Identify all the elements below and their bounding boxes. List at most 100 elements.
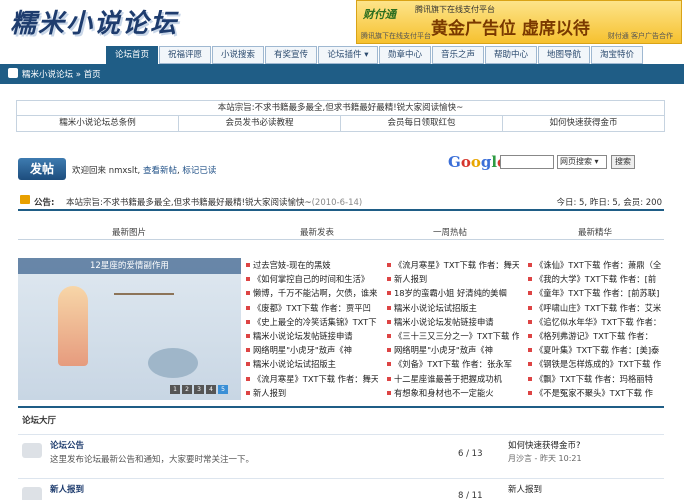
section-heads: 最新图片 最新发表 一周热帖 最新精华 [18, 224, 664, 240]
elite-list: 《诛仙》TXT下载 作者：萧鼎（全 《我的大学》TXT下载 作者：[前 《童年》… [526, 258, 664, 400]
list-item[interactable]: 《夏叶集》TXT下载 作者：[美]泰 [526, 343, 664, 357]
welcome-prefix: 欢迎回来 [72, 166, 107, 176]
list-item[interactable]: 新人报到 [244, 386, 378, 400]
slide-page[interactable]: 3 [194, 385, 204, 394]
notice-link[interactable]: 会员发书必读教程 [179, 116, 341, 131]
list-item[interactable]: 《史上最全的冷笑话集锦》TXT下 [244, 315, 378, 329]
welcome-text: 欢迎回来 nmxslt, 查看新帖, 标记已读 [72, 166, 217, 176]
slide-page[interactable]: 2 [182, 385, 192, 394]
forum-name[interactable]: 新人报到 [50, 483, 84, 495]
nav-medals[interactable]: 勋章中心 [379, 46, 431, 64]
slide-page[interactable]: 4 [206, 385, 216, 394]
list-item[interactable]: 《流月寒星》TXT下载 作者：舞天 [385, 258, 519, 272]
slide-pager: 1 2 3 4 5 [170, 385, 228, 394]
nav-novel-search[interactable]: 小说搜索 [212, 46, 264, 64]
search-input[interactable] [500, 155, 554, 169]
slide-page[interactable]: 1 [170, 385, 180, 394]
username[interactable]: nmxslt, [109, 166, 141, 176]
nav-music[interactable]: 音乐之声 [432, 46, 484, 64]
head-weekly-hot: 一周热帖 [433, 228, 468, 238]
main-nav: 论坛首页 祝福评愿 小说搜索 有奖宣传 论坛插件 ▾ 勋章中心 音乐之声 帮助中… [106, 46, 643, 64]
forum-chat-icon [22, 487, 42, 500]
nav-plugins[interactable]: 论坛插件 ▾ [318, 46, 378, 64]
list-item[interactable]: 《钢铁是怎样炼成的》TXT下载 作 [526, 357, 664, 371]
view-new-posts-link[interactable]: 查看新帖 [143, 166, 177, 176]
last-post-title[interactable]: 如何快速获得金币? [508, 439, 581, 451]
new-post-button[interactable]: 发帖 [18, 158, 66, 180]
announcement-label: 公告: [34, 198, 55, 208]
breadcrumb[interactable]: 糯米小说论坛 » 首页 [22, 68, 101, 80]
ad-footer: 财付通 客户广告合作 [607, 32, 673, 40]
list-item[interactable]: 《呼啸山庄》TXT下载 作者：艾米 [526, 301, 664, 315]
list-item[interactable]: 十二星座谁最善于把握成功机 [385, 372, 519, 386]
list-item[interactable]: 《格列弗游记》TXT下载 作者： [526, 329, 664, 343]
list-item[interactable]: 《童年》TXT下载 作者：[前苏联] [526, 286, 664, 300]
slide-page[interactable]: 5 [218, 385, 228, 394]
list-item[interactable]: 网络明星"小虎牙"敖声《神 [244, 343, 378, 357]
list-item[interactable]: 新人报到 [385, 272, 519, 286]
list-item[interactable]: 《诛仙》TXT下载 作者：萧鼎（全 [526, 258, 664, 272]
nav-blessing[interactable]: 祝福评愿 [159, 46, 211, 64]
speaker-icon [20, 195, 30, 204]
notice-link[interactable]: 会员每日领取红包 [341, 116, 503, 131]
home-icon[interactable] [8, 68, 18, 78]
forum-row: 论坛公告 这里发布论坛最新公告和通知，大家要时常关注一下。 6 / 13 如何快… [18, 434, 664, 474]
list-item[interactable]: 网络明星"小虎牙"敖声《神 [385, 343, 519, 357]
slide-swing [114, 293, 174, 295]
notice-link[interactable]: 糯米小说论坛总条例 [17, 116, 179, 131]
announcement-bar: 公告: 本站宗旨:不求书籍最多最全,但求书籍最好最精!锐大家阅读愉快~(2010… [18, 193, 664, 211]
head-latest-images: 最新图片 [112, 228, 147, 238]
slide-illustration [58, 286, 88, 366]
list-item[interactable]: 有想象和身材也不一定能火 [385, 386, 519, 400]
announcement-text[interactable]: 本站宗旨:不求书籍最多最全,但求书籍最好最精!锐大家阅读愉快~(2010-6-1… [66, 196, 362, 208]
forum-stats: 今日: 5, 昨日: 5, 会员: 200 [556, 198, 662, 208]
nav-map[interactable]: 地图导航 [538, 46, 590, 64]
ad-brand-sub: 腾讯旗下在线支付平台 [361, 32, 431, 40]
list-item[interactable]: 《刘备》TXT下载 作者：张永军 [385, 357, 519, 371]
image-slideshow[interactable]: 12星座的爱情副作用 1 2 3 4 5 [18, 258, 241, 400]
announcement-date: (2010-6-14) [311, 198, 363, 208]
slide-caption[interactable]: 12星座的爱情副作用 [18, 258, 241, 274]
list-item[interactable]: 糯米小说论坛试招版主 [244, 357, 378, 371]
forum-chat-icon [22, 443, 42, 458]
site-purpose: 本站宗旨:不求书籍最多最全,但求书籍最好最精!锐大家阅读愉快~ [17, 101, 664, 116]
mark-read-link[interactable]: 标记已读 [182, 166, 216, 176]
nav-promo[interactable]: 有奖宣传 [265, 46, 317, 64]
nav-home[interactable]: 论坛首页 [106, 46, 158, 64]
list-item[interactable]: 《三十三又三分之一》TXT下载 作 [385, 329, 519, 343]
notice-table: 本站宗旨:不求书籍最多最全,但求书籍最好最精!锐大家阅读愉快~ 糯米小说论坛总条… [16, 100, 665, 132]
list-item[interactable]: 《不是冤家不聚头》TXT下载 作 [526, 386, 664, 400]
weekly-hot-list: 《流月寒星》TXT下载 作者：舞天 新人报到 18岁的蛮霸小姐 好清纯的美帼 糯… [385, 258, 519, 400]
forum-name[interactable]: 论坛公告 [50, 439, 84, 451]
forum-stats-count: 6 / 13 [458, 449, 483, 459]
latest-posts-list: 过去宫妓-现在的黑妓 《如何掌控自己的时间和生活》 懒博，千万不能沾啊，欠债，谁… [244, 258, 378, 400]
list-item[interactable]: 《追忆似水年华》TXT下载 作者： [526, 315, 664, 329]
list-item[interactable]: 《飘》TXT下载 作者：玛格丽特 [526, 372, 664, 386]
last-post-meta: 月沙言 - 昨天 10:21 [508, 454, 582, 463]
search-button[interactable]: 搜索 [611, 155, 635, 169]
list-item[interactable]: 糯米小说论坛试招版主 [385, 301, 519, 315]
list-item[interactable]: 过去宫妓-现在的黑妓 [244, 258, 378, 272]
google-logo: Google [448, 153, 507, 171]
list-item[interactable]: 18岁的蛮霸小姐 好清纯的美帼 [385, 286, 519, 300]
forum-stats-count: 8 / 11 [458, 491, 483, 500]
list-item[interactable]: 糯米小说论坛发帖链接申请 [244, 329, 378, 343]
last-post-title[interactable]: 新人报到 [508, 483, 542, 495]
breadcrumb-bar: 糯米小说论坛 » 首页 [0, 64, 684, 84]
notice-link[interactable]: 如何快速获得金币 [503, 116, 664, 131]
list-item[interactable]: 《废都》TXT下载 作者：贾平凹 [244, 301, 378, 315]
ad-headline: 黄金广告位 虚席以待 [431, 19, 590, 39]
banner-ad[interactable]: 财付通 腾讯旗下在线支付平台 腾讯旗下在线支付平台 黄金广告位 虚席以待 财付通… [356, 0, 682, 44]
nav-taobao[interactable]: 淘宝特价 [591, 46, 643, 64]
nav-help[interactable]: 帮助中心 [485, 46, 537, 64]
site-logo[interactable]: 糯米小说论坛 [10, 3, 178, 43]
list-item[interactable]: 《流月寒星》TXT下载 作者：舞天 [244, 372, 378, 386]
list-item[interactable]: 懒博，千万不能沾啊，欠债，谁来 [244, 286, 378, 300]
list-item[interactable]: 《如何掌控自己的时间和生活》 [244, 272, 378, 286]
head-latest-posts: 最新发表 [300, 228, 335, 238]
list-item[interactable]: 《我的大学》TXT下载 作者：[前 [526, 272, 664, 286]
section-title: 论坛大厅 [22, 416, 57, 426]
search-type-select[interactable]: 网页搜索 ▾ [557, 155, 607, 169]
slide-tree [148, 348, 198, 378]
list-item[interactable]: 糯米小说论坛发帖链接申请 [385, 315, 519, 329]
